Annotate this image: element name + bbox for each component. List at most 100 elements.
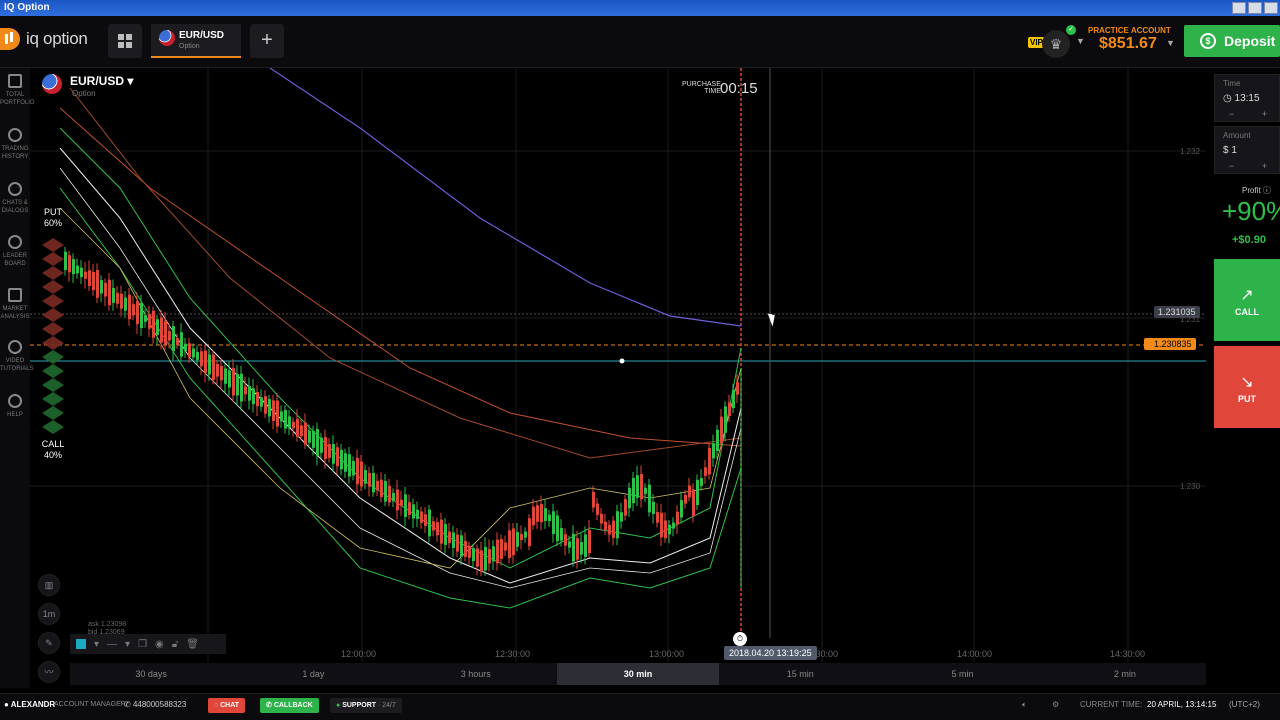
amount-field[interactable]: Amount $ 1 − + bbox=[1214, 126, 1280, 174]
drawing-tools-icon[interactable]: ✎ bbox=[38, 632, 60, 654]
candle bbox=[248, 386, 251, 401]
sidebar-item-history[interactable]: TRADING HISTORY bbox=[0, 128, 30, 161]
candle bbox=[500, 539, 503, 559]
sidebar-item-market-analysis[interactable]: MARKET ANALYSIS bbox=[0, 288, 30, 321]
candle bbox=[256, 392, 259, 407]
candle bbox=[372, 472, 375, 493]
chart-asset-name[interactable]: EUR/USD ▾ bbox=[70, 74, 133, 88]
candle bbox=[516, 532, 519, 547]
sentiment-chevron bbox=[42, 308, 64, 322]
gear-icon[interactable]: ⚙ bbox=[1052, 694, 1059, 716]
candle bbox=[360, 461, 363, 487]
put-sentiment: PUT 60% bbox=[43, 207, 62, 228]
leaderboard-icon bbox=[8, 235, 22, 249]
history-icon bbox=[8, 128, 22, 142]
account-type-label[interactable]: PRACTICE ACCOUNT bbox=[1088, 26, 1171, 35]
chart-type-icon[interactable]: ▥ bbox=[38, 574, 60, 596]
copy-icon[interactable]: ❐ bbox=[138, 639, 147, 650]
candle bbox=[332, 444, 335, 464]
chevron-down-icon[interactable]: ▼ bbox=[1166, 38, 1175, 48]
candle bbox=[672, 522, 675, 529]
clock-icon: ◷ bbox=[1223, 93, 1235, 104]
period-1-day[interactable]: 1 day bbox=[232, 663, 394, 685]
help-icon bbox=[8, 394, 22, 408]
chevron-down-icon[interactable]: ▾ bbox=[94, 639, 99, 650]
period-30-days[interactable]: 30 days bbox=[70, 663, 232, 685]
sidebar-item-leaderboard[interactable]: LEADER BOARD bbox=[0, 235, 30, 268]
period-2-min[interactable]: 2 min bbox=[1044, 663, 1206, 685]
purchase-time-label: PURCHASE TIME bbox=[682, 81, 721, 95]
balance-value[interactable]: $851.67 bbox=[1099, 35, 1157, 53]
timeframe-button[interactable]: 1m bbox=[38, 603, 60, 625]
asset-tab-eurusd[interactable]: EUR/USD Option bbox=[151, 24, 241, 58]
user-name[interactable]: ● ALEXANDR bbox=[4, 694, 55, 716]
candle bbox=[616, 511, 619, 539]
period-30-min[interactable]: 30 min bbox=[556, 663, 720, 685]
sidebar-item-video-tutorials[interactable]: VIDEO TUTORIALS bbox=[0, 340, 34, 373]
time-badge: 2018.04.20 13:19:25 bbox=[724, 646, 817, 660]
period-15-min[interactable]: 15 min bbox=[719, 663, 881, 685]
candle bbox=[456, 534, 459, 552]
trash-icon[interactable]: 🗑︎ bbox=[186, 639, 199, 650]
callback-button[interactable]: ✆ CALLBACK bbox=[260, 698, 319, 713]
logo[interactable]: iq option bbox=[0, 28, 88, 50]
amount-minus-button[interactable]: − bbox=[1229, 161, 1234, 171]
candle bbox=[716, 429, 719, 452]
indicators-icon[interactable]: 〰 bbox=[38, 661, 60, 683]
candle bbox=[288, 416, 291, 428]
sidebar-item-portfolio[interactable]: TOTAL PORTFOLIO bbox=[0, 74, 35, 107]
candle bbox=[436, 522, 439, 536]
price-chart[interactable] bbox=[30, 68, 1206, 662]
lock-icon[interactable]: 🔓︎ bbox=[172, 639, 178, 650]
period-3-hours[interactable]: 3 hours bbox=[395, 663, 557, 685]
support-button[interactable]: ● SUPPORT · 24/7 bbox=[330, 698, 402, 713]
play-icon bbox=[8, 340, 22, 354]
call-button[interactable]: ↗ CALL bbox=[1214, 259, 1280, 341]
candle bbox=[96, 270, 99, 298]
purchase-countdown: 00:15 bbox=[720, 80, 758, 97]
sentiment-chevron bbox=[42, 378, 64, 392]
user-icon: ● bbox=[4, 700, 11, 709]
crown-icon[interactable]: ♛ bbox=[1042, 30, 1070, 58]
candle bbox=[444, 524, 447, 545]
chat-button[interactable]: ◌ CHAT bbox=[208, 698, 246, 713]
candle bbox=[680, 500, 683, 518]
time-minus-button[interactable]: − bbox=[1229, 109, 1234, 119]
amount-value[interactable]: $ 1 bbox=[1223, 145, 1237, 156]
all-assets-button[interactable] bbox=[108, 24, 142, 58]
phone-icon: ✆ bbox=[266, 702, 274, 709]
line-width-icon[interactable]: — bbox=[107, 639, 117, 650]
candle bbox=[652, 501, 655, 514]
chat-icon bbox=[8, 182, 22, 196]
amount-plus-button[interactable]: + bbox=[1262, 161, 1267, 171]
time-plus-button[interactable]: + bbox=[1262, 109, 1267, 119]
candle bbox=[160, 317, 163, 343]
candle bbox=[640, 473, 643, 500]
chevron-down-icon[interactable]: ▼ bbox=[1076, 36, 1085, 46]
put-button[interactable]: ↘ PUT bbox=[1214, 346, 1280, 428]
sidebar-item-help[interactable]: HELP bbox=[0, 394, 30, 419]
volume-icon[interactable]: 🔈︎ bbox=[1022, 694, 1027, 716]
add-asset-button[interactable]: + bbox=[250, 24, 284, 58]
chart-canvas[interactable] bbox=[30, 68, 1206, 662]
candle bbox=[612, 520, 615, 538]
expiry-time-field[interactable]: Time ◷ 13:15 − + bbox=[1214, 74, 1280, 122]
candle bbox=[368, 472, 371, 487]
candle bbox=[348, 454, 351, 477]
close-window-button[interactable] bbox=[1264, 2, 1278, 14]
sidebar-item-chats[interactable]: CHATS & DIALOGS bbox=[0, 182, 30, 215]
candle bbox=[720, 416, 723, 444]
candle bbox=[428, 509, 431, 537]
phone-number[interactable]: ✆ 448000588323 bbox=[124, 694, 186, 716]
eye-icon[interactable]: ◉ bbox=[155, 639, 164, 650]
candle bbox=[588, 529, 591, 554]
candle bbox=[220, 366, 223, 381]
candle bbox=[344, 453, 347, 472]
color-swatch[interactable] bbox=[76, 639, 86, 649]
minimize-button[interactable] bbox=[1232, 2, 1246, 14]
deposit-button[interactable]: $ Deposit bbox=[1184, 25, 1280, 57]
chevron-down-icon[interactable]: ▾ bbox=[125, 639, 130, 650]
period-5-min[interactable]: 5 min bbox=[881, 663, 1043, 685]
candle bbox=[336, 447, 339, 467]
maximize-button[interactable] bbox=[1248, 2, 1262, 14]
